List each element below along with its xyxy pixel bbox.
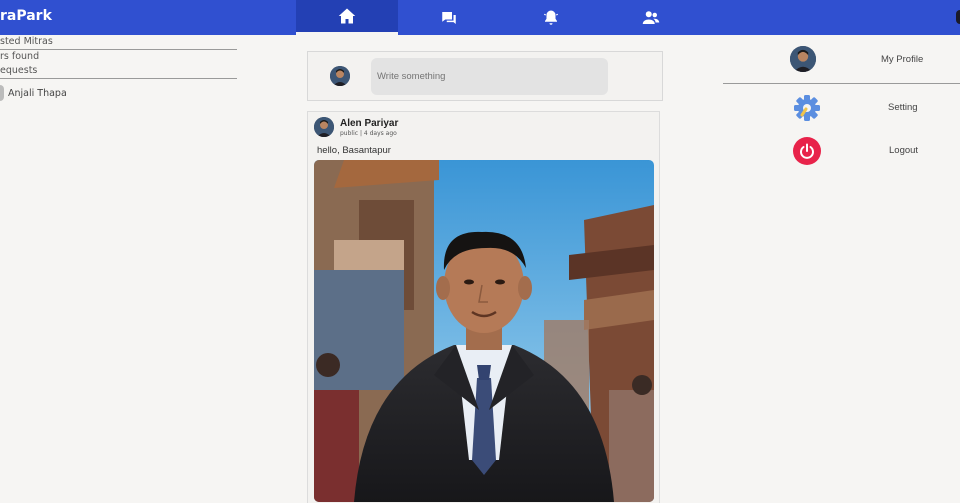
app-logo-text[interactable]: raPark <box>0 8 52 24</box>
divider <box>723 83 960 84</box>
power-icon <box>793 137 821 165</box>
friend-list-item[interactable]: Anjali Thapa <box>0 85 67 101</box>
left-menu-trusted-mitras[interactable]: sted Mitras <box>0 35 238 49</box>
post-input[interactable] <box>371 58 608 95</box>
my-profile-label: My Profile <box>881 54 924 65</box>
post-visibility-time: public | 4 days ago <box>340 129 397 137</box>
header-avatar-edge[interactable] <box>956 10 960 24</box>
users-icon <box>642 10 660 24</box>
my-profile-link[interactable]: My Profile <box>723 46 960 74</box>
friend-name: Anjali Thapa <box>8 87 67 99</box>
post-image[interactable] <box>314 160 654 502</box>
left-menu-users-found[interactable]: rs found <box>0 50 238 64</box>
tab-friends[interactable] <box>602 0 700 35</box>
gear-icon <box>793 94 821 122</box>
avatar[interactable] <box>314 117 334 137</box>
divider <box>0 78 237 79</box>
tab-home[interactable] <box>296 0 398 35</box>
top-navbar: raPark <box>0 0 960 35</box>
post-author[interactable]: Alen Pariyar <box>340 118 398 129</box>
avatar <box>330 66 350 86</box>
post-header: Alen Pariyar public | 4 days ago <box>314 117 398 137</box>
post-card: Alen Pariyar public | 4 days ago hello, … <box>307 111 660 503</box>
avatar <box>790 46 816 72</box>
setting-label: Setting <box>888 102 918 113</box>
avatar <box>0 85 4 101</box>
tab-notifications[interactable] <box>500 0 602 35</box>
portrait-photo <box>314 160 654 502</box>
tab-messages[interactable] <box>398 0 500 35</box>
left-menu-requests[interactable]: equests <box>0 64 238 78</box>
logout-button[interactable]: Logout <box>723 137 960 165</box>
logout-label: Logout <box>889 145 919 156</box>
home-icon <box>338 8 356 24</box>
post-composer <box>307 51 663 101</box>
chat-icon <box>442 11 456 24</box>
post-text: hello, Basantapur <box>317 145 391 156</box>
bell-icon <box>543 10 559 25</box>
left-panel: sted Mitras rs found equests Anjali Thap… <box>0 35 238 101</box>
setting-link[interactable]: Setting <box>723 94 960 122</box>
